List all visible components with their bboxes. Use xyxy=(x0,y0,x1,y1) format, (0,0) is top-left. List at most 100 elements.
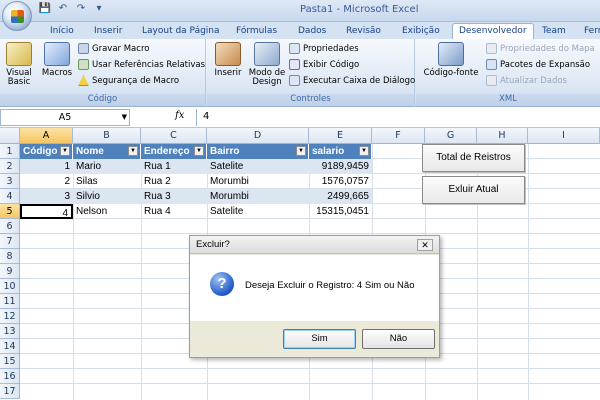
table-cell[interactable]: 2 xyxy=(20,174,73,189)
row-header[interactable]: 6 xyxy=(0,219,20,234)
table-cell[interactable]: 15315,0451 xyxy=(309,204,372,219)
group-xml: Código-fonte Propriedades do Mapa Pacote… xyxy=(416,39,600,107)
executar-caixa-label: Executar Caixa de Diálogo xyxy=(303,75,416,86)
row-header[interactable]: 5 xyxy=(0,204,20,219)
tab-inicio[interactable]: Início xyxy=(44,24,80,39)
inserir-control-button[interactable]: Inserir xyxy=(211,42,245,78)
table-cell[interactable]: Silvio xyxy=(73,189,141,204)
table-cell[interactable]: Mario xyxy=(73,159,141,174)
row-header[interactable]: 10 xyxy=(0,279,20,294)
formula-input[interactable]: 4 xyxy=(196,109,600,126)
table-cell[interactable]: Morumbi xyxy=(207,174,309,189)
table-cell[interactable]: 2499,665 xyxy=(309,189,372,204)
column-header-b[interactable]: B xyxy=(73,128,141,144)
dropdown-icon[interactable]: ▾ xyxy=(92,3,106,14)
yes-button[interactable]: Sim xyxy=(283,329,356,349)
table-header-bairro[interactable]: Bairro ▼ xyxy=(207,144,309,159)
row-header[interactable]: 13 xyxy=(0,324,20,339)
tab-inserir[interactable]: Inserir xyxy=(88,24,129,39)
propriedades-mapa-button[interactable]: Propriedades do Mapa xyxy=(486,43,595,54)
tab-desenvolvedor[interactable]: Desenvolvedor xyxy=(452,23,534,40)
visual-basic-button[interactable]: Visual Basic xyxy=(4,42,34,87)
table-header-codigo[interactable]: Código ▼ xyxy=(20,144,73,159)
table-cell[interactable]: Rua 4 xyxy=(141,204,207,219)
table-cell[interactable]: 1 xyxy=(20,159,73,174)
row-header[interactable]: 3 xyxy=(0,174,20,189)
table-cell[interactable]: Silas xyxy=(73,174,141,189)
total-registros-button[interactable]: Total de Reistros xyxy=(422,144,525,172)
column-header-d[interactable]: D xyxy=(207,128,309,144)
table-cell[interactable]: 9189,9459 xyxy=(309,159,372,174)
table-cell[interactable]: 3 xyxy=(20,189,73,204)
chevron-down-icon[interactable]: ▼ xyxy=(122,113,127,121)
propriedades-button[interactable]: Propriedades xyxy=(289,43,359,54)
column-header-h[interactable]: H xyxy=(477,128,528,144)
row-header[interactable]: 4 xyxy=(0,189,20,204)
column-header-e[interactable]: E xyxy=(309,128,372,144)
name-box[interactable]: A5 ▼ xyxy=(0,109,130,126)
exibir-codigo-button[interactable]: Exibir Código xyxy=(289,59,359,70)
filter-dropdown-icon[interactable]: ▼ xyxy=(60,146,70,156)
table-cell[interactable]: Rua 3 xyxy=(141,189,207,204)
tab-layout[interactable]: Layout da Página xyxy=(136,24,226,39)
quick-access-toolbar: 💾 ↶ ↷ ▾ xyxy=(38,3,106,14)
ribbon: Visual Basic Macros Gravar Macro Usar Re… xyxy=(0,39,600,107)
column-header-c[interactable]: C xyxy=(141,128,207,144)
column-header-i[interactable]: I xyxy=(528,128,600,144)
table-header-nome[interactable]: Nome ▼ xyxy=(73,144,141,159)
usar-referencias-button[interactable]: Usar Referências Relativas xyxy=(78,59,205,70)
codigo-fonte-button[interactable]: Código-fonte xyxy=(422,42,480,78)
no-button[interactable]: Não xyxy=(362,329,435,349)
tab-formulas[interactable]: Fórmulas xyxy=(230,24,283,39)
macros-button[interactable]: Macros xyxy=(40,42,74,78)
row-header[interactable]: 15 xyxy=(0,354,20,369)
save-icon[interactable]: 💾 xyxy=(38,3,52,14)
atualizar-dados-button[interactable]: Atualizar Dados xyxy=(486,75,567,86)
table-cell[interactable]: Nelson xyxy=(73,204,141,219)
filter-dropdown-icon[interactable]: ▼ xyxy=(296,146,306,156)
gravar-macro-button[interactable]: Gravar Macro xyxy=(78,43,149,54)
table-cell[interactable]: Morumbi xyxy=(207,189,309,204)
column-header-f[interactable]: F xyxy=(372,128,425,144)
excluir-atual-button[interactable]: Exluir Atual xyxy=(422,176,525,204)
table-header-endereco[interactable]: Endereço ▼ xyxy=(141,144,207,159)
row-header[interactable]: 7 xyxy=(0,234,20,249)
fx-icon[interactable]: fx xyxy=(175,110,184,121)
table-header-label: Código xyxy=(23,146,58,157)
column-header-g[interactable]: G xyxy=(425,128,477,144)
close-icon[interactable]: ✕ xyxy=(417,239,433,251)
modo-design-button[interactable]: Modo de Design xyxy=(247,42,287,87)
row-header[interactable]: 1 xyxy=(0,144,20,159)
row-header[interactable]: 16 xyxy=(0,369,20,384)
row-header[interactable]: 9 xyxy=(0,264,20,279)
row-header[interactable]: 12 xyxy=(0,309,20,324)
tab-exibicao[interactable]: Exibição xyxy=(396,24,446,39)
table-header-salario[interactable]: salario ▼ xyxy=(309,144,372,159)
row-header[interactable]: 14 xyxy=(0,339,20,354)
table-cell[interactable]: Rua 1 xyxy=(141,159,207,174)
row-header[interactable]: 8 xyxy=(0,249,20,264)
undo-icon[interactable]: ↶ xyxy=(56,3,70,14)
row-header[interactable]: 11 xyxy=(0,294,20,309)
executar-caixa-button[interactable]: Executar Caixa de Diálogo xyxy=(289,75,415,86)
table-cell[interactable]: Rua 2 xyxy=(141,174,207,189)
tab-team[interactable]: Team xyxy=(536,24,572,39)
table-cell-selected[interactable]: 4 xyxy=(20,204,73,219)
column-header-a[interactable]: A xyxy=(20,128,73,144)
pacotes-expansao-button[interactable]: Pacotes de Expansão xyxy=(486,59,590,70)
tab-dados[interactable]: Dados xyxy=(292,24,332,39)
seguranca-macro-button[interactable]: Segurança de Macro xyxy=(78,75,179,86)
table-cell[interactable]: 1576,0757 xyxy=(309,174,372,189)
table-cell[interactable]: Satelite xyxy=(207,204,309,219)
redo-icon[interactable]: ↷ xyxy=(74,3,88,14)
office-button[interactable] xyxy=(2,1,32,31)
filter-dropdown-icon[interactable]: ▼ xyxy=(194,146,204,156)
tab-revisao[interactable]: Revisão xyxy=(340,24,387,39)
row-header[interactable]: 2 xyxy=(0,159,20,174)
table-cell[interactable]: Satelite xyxy=(207,159,309,174)
tab-ferramentas[interactable]: Ferr xyxy=(578,24,600,39)
filter-dropdown-icon[interactable]: ▼ xyxy=(359,146,369,156)
row-header[interactable]: 17 xyxy=(0,384,20,399)
select-all-corner[interactable] xyxy=(0,128,20,144)
filter-dropdown-icon[interactable]: ▼ xyxy=(128,146,138,156)
